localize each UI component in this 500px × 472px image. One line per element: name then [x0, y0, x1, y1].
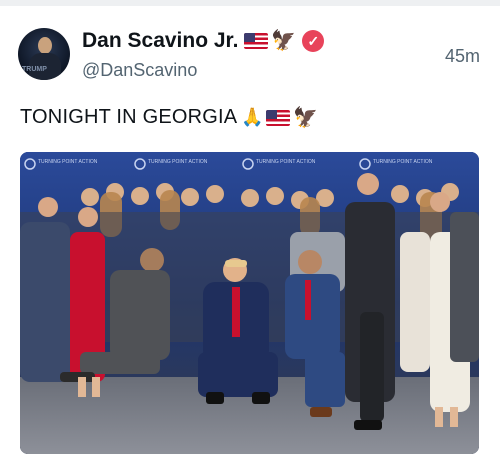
banner-logo-text-1: TURNING POINT ACTION [38, 159, 98, 165]
eagle-icon-2: 🦅 [292, 106, 319, 129]
user-handle[interactable]: @DanScavino [82, 60, 197, 81]
verified-badge-icon[interactable]: ✓ [302, 30, 325, 52]
folded-hands-icon: 🙏 [241, 107, 264, 127]
eagle-icon: 🦅 [271, 30, 297, 52]
post-text-row: TONIGHT IN GEORGIA 🙏 🦅 [20, 106, 318, 129]
timestamp[interactable]: 45m [445, 46, 480, 67]
avatar-text: TRUMP [22, 66, 47, 73]
display-name[interactable]: Dan Scavino Jr. [82, 29, 238, 53]
us-flag-icon [244, 33, 269, 49]
post-photo[interactable]: TURNING POINT ACTION TURNING POINT ACTIO… [20, 152, 479, 454]
banner-logo-text-2: TURNING POINT ACTION [148, 159, 208, 165]
author-name-row[interactable]: Dan Scavino Jr. 🦅 ✓ [82, 28, 325, 54]
post-text: TONIGHT IN GEORGIA [20, 106, 238, 128]
avatar-head [38, 37, 52, 54]
avatar[interactable]: TRUMP [18, 28, 70, 80]
banner-logo-text-4: TURNING POINT ACTION [373, 159, 433, 165]
photo-illustration: TURNING POINT ACTION TURNING POINT ACTIO… [20, 152, 479, 454]
top-divider [0, 0, 500, 6]
banner-logo-text-3: TURNING POINT ACTION [256, 159, 316, 165]
us-flag-icon-2 [265, 109, 290, 126]
